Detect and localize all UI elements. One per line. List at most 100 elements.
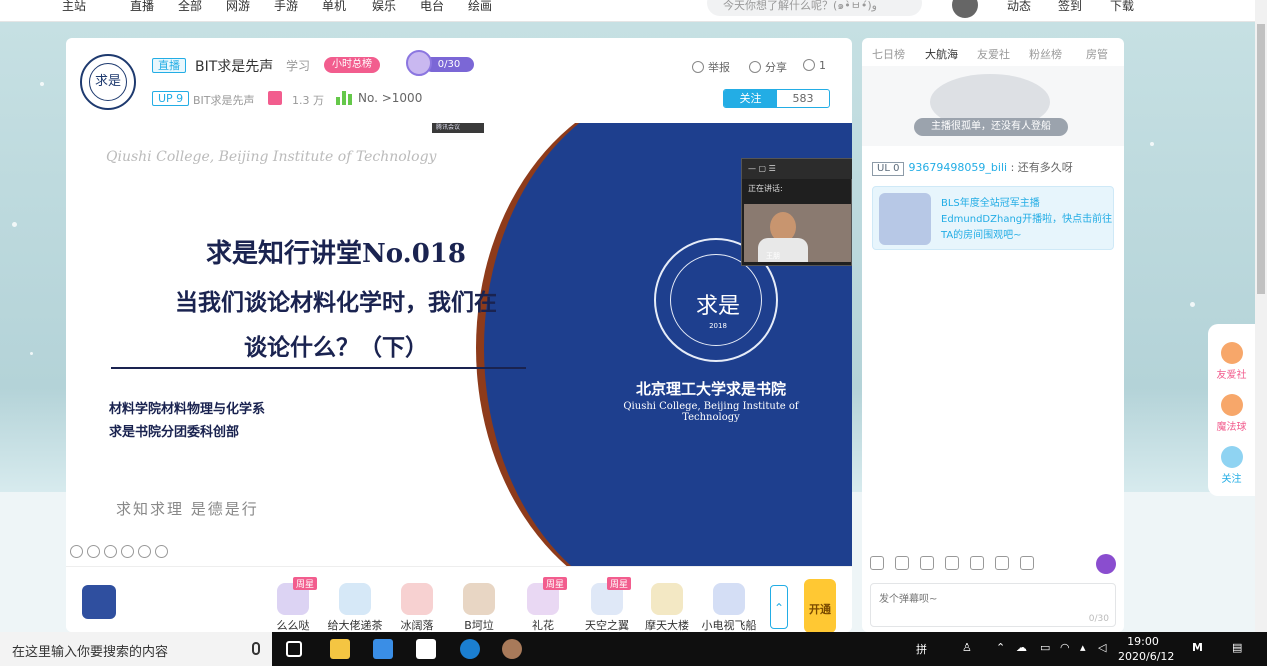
share-button[interactable]: 分享 [749, 59, 787, 75]
magic-ball-button[interactable]: 魔法球 [1208, 394, 1255, 433]
emoji-icon[interactable] [870, 556, 884, 570]
danmaku-input-box[interactable]: 0/30 [870, 583, 1116, 627]
tray-expand-icon[interactable]: ⌃ [996, 641, 1005, 654]
taskbar-search[interactable]: 在这里输入你要搜索的内容 [0, 632, 272, 666]
app-icon[interactable] [502, 639, 522, 659]
nav-item-mobile-games[interactable]: 手游 [274, 0, 298, 14]
mic-icon[interactable] [252, 642, 260, 655]
gift-item[interactable]: 摩天大楼 [637, 583, 697, 632]
cloud-icon[interactable]: ☁ [1016, 641, 1027, 654]
snowflake [12, 222, 17, 227]
search-input[interactable]: 今天你想了解什么呢？(๑•̀ㅂ•́)و [707, 0, 922, 16]
gift-name: B坷垃 [464, 619, 494, 632]
hour-rank-pill[interactable]: 小时总榜 [324, 57, 380, 73]
float-follow-button[interactable]: 关注 [1208, 446, 1255, 485]
gift-item[interactable]: 周星 么么哒 [263, 577, 323, 632]
nav-item-live[interactable]: 直播 [130, 0, 154, 14]
system-notice[interactable]: BLS年度全站冠军主播EdmundDZhang开播啦，快点击前往TA的房间围观吧… [872, 186, 1114, 250]
gift-item[interactable]: 冰阔落 [387, 583, 447, 632]
fan-club-button[interactable]: 友爱社 [1208, 342, 1255, 381]
gift-name: 礼花 [532, 619, 554, 632]
nav-item-entertainment[interactable]: 娱乐 [372, 0, 396, 14]
magic-ball-label: 魔法球 [1216, 422, 1247, 433]
prev-icon[interactable] [70, 545, 83, 558]
anchor-name[interactable]: BIT求是先声 [193, 92, 255, 108]
file-explorer-icon[interactable] [330, 639, 350, 659]
follow-count: 583 [792, 92, 814, 105]
viewers-label: 1 [819, 59, 826, 72]
chat-text: 还有多久呀 [1017, 161, 1073, 174]
settings-icon[interactable] [920, 556, 934, 570]
screen-icon[interactable] [970, 556, 984, 570]
tab-guard[interactable]: 大航海 [925, 46, 958, 62]
nav-item-online-games[interactable]: 网游 [226, 0, 250, 14]
tab-fan-club[interactable]: 友爱社 [977, 46, 1010, 62]
snowflake [1190, 302, 1195, 307]
notice-text: BLS年度全站冠军主播EdmundDZhang开播啦，快点击前往TA的房间围观吧… [941, 198, 1113, 241]
taskbar-clock[interactable]: 19:00 2020/6/12 [1118, 634, 1174, 664]
nav-item-radio[interactable]: 电台 [420, 0, 444, 14]
edge-icon[interactable] [460, 639, 480, 659]
clip-icon[interactable] [945, 556, 959, 570]
wifi-icon[interactable]: ◠ [1060, 641, 1070, 654]
ime-indicator[interactable]: 拼 [916, 641, 927, 657]
nav-item-single-player[interactable]: 单机 [322, 0, 346, 14]
chat-bubble-icon[interactable] [1096, 554, 1116, 574]
nav-item-checkin[interactable]: 签到 [1058, 0, 1082, 14]
tab-fans[interactable]: 粉丝榜 [1029, 46, 1062, 62]
tab-admins[interactable]: 房管 [1086, 46, 1108, 62]
speaker-name: 王朋 [766, 252, 780, 260]
tab-weekly[interactable]: 七日榜 [872, 46, 905, 62]
video-player[interactable]: 腾讯会议 Qiushi College, Beijing Institute o… [66, 123, 852, 566]
page-scrollbar[interactable] [1255, 0, 1267, 632]
gift-item[interactable]: 周星礼花 [513, 577, 573, 632]
guard-widget[interactable]: 0/30 [406, 50, 476, 76]
taskbar-search-text: 在这里输入你要搜索的内容 [12, 645, 169, 660]
chat-username[interactable]: 93679498059_bili [908, 161, 1007, 174]
camera-window[interactable]: — ▢ ☰ 正在讲话: 王朋 [741, 158, 852, 266]
input-method-icon[interactable]: M [1192, 641, 1203, 654]
task-view-icon[interactable] [286, 641, 302, 657]
top-navigation: 主站 直播 全部 网游 手游 单机 娱乐 电台 绘画 今天你想了解什么呢？(๑•… [0, 0, 1255, 22]
palette-icon[interactable] [895, 556, 909, 570]
mail-icon[interactable] [373, 639, 393, 659]
open-guard-button[interactable]: 开通 [804, 579, 836, 632]
seal-year: 2018 [709, 322, 727, 330]
nav-item-all[interactable]: 全部 [178, 0, 202, 14]
pages-icon[interactable] [121, 545, 134, 558]
more-icon[interactable] [155, 545, 168, 558]
nav-item-drawing[interactable]: 绘画 [468, 0, 492, 14]
people-icon[interactable]: ♙ [962, 641, 972, 654]
hot-badge: 周星 [543, 577, 568, 590]
nav-item-home[interactable]: 主站 [62, 0, 86, 14]
camera-window-bar[interactable]: — ▢ ☰ [742, 159, 852, 179]
notifications-icon[interactable]: ▤ [1232, 641, 1242, 654]
security-icon[interactable]: ▴ [1080, 641, 1086, 654]
divider-line [111, 367, 526, 382]
gift-item[interactable]: B坷垃 [449, 583, 509, 632]
danmaku-input[interactable] [871, 584, 1115, 614]
nav-item-dynamics[interactable]: 动态 [1007, 0, 1031, 14]
room-logo[interactable]: 求是 [80, 54, 136, 110]
gift-item[interactable]: 给大佬递茶 [325, 583, 385, 632]
report-button[interactable]: 举报 [692, 59, 730, 75]
gift-bag-icon[interactable] [82, 585, 116, 619]
gift-item[interactable]: 周星 天空之翼 [577, 577, 637, 632]
gift-expand-button[interactable]: ⌃ [770, 585, 788, 629]
zoom-icon[interactable] [138, 545, 151, 558]
avatar[interactable] [952, 0, 978, 18]
store-icon[interactable] [416, 639, 436, 659]
follow-widget[interactable]: 关注 583 [723, 89, 830, 108]
follow-button[interactable]: 关注 [724, 90, 777, 107]
volume-icon[interactable]: ◁ [1098, 641, 1106, 654]
gift-tool-icon[interactable] [1020, 556, 1034, 570]
school-name-en: Qiushi College, Beijing Institute of Tec… [623, 401, 799, 423]
nav-item-download[interactable]: 下载 [1110, 0, 1134, 14]
next-icon[interactable] [87, 545, 100, 558]
battery-icon[interactable]: ▭ [1040, 641, 1050, 654]
gift-item[interactable]: 小电视飞船 [699, 583, 759, 632]
scrollbar-thumb[interactable] [1257, 24, 1265, 294]
edit-icon[interactable] [995, 556, 1009, 570]
pen-icon[interactable] [104, 545, 117, 558]
room-category[interactable]: 学习 [286, 57, 310, 74]
